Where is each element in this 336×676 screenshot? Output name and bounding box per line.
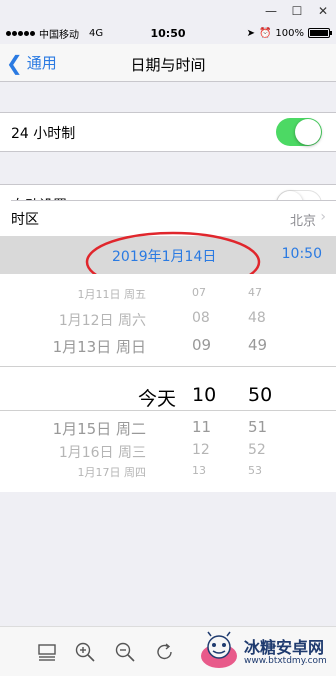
picker-date: 1月17日 周四 bbox=[77, 466, 147, 479]
location-icon: ➤ bbox=[246, 27, 255, 39]
hour24-cell: 24 小时制 bbox=[0, 112, 336, 152]
picker-hour: 07 bbox=[192, 286, 206, 299]
watermark-url: www.btxtdmy.com bbox=[244, 656, 327, 666]
picker-minute: 53 bbox=[248, 464, 262, 477]
navigation-bar: ❮ 通用 日期与时间 bbox=[0, 44, 336, 82]
picker-date: 1月16日 周三 bbox=[58, 445, 146, 461]
timezone-value: 北京 bbox=[289, 214, 316, 229]
date-time-picker[interactable]: 1月11日 周五 07 47 1月12日 周六 08 48 1月13日 周日 0… bbox=[0, 274, 336, 492]
battery-icon bbox=[308, 28, 332, 38]
window-controls: — ☐ ✕ bbox=[0, 0, 336, 22]
selected-time: 10:50 bbox=[281, 246, 322, 262]
picker-row[interactable]: 1月13日 周日 09 49 bbox=[0, 336, 336, 364]
status-bar: 中国移动 4G 10:50 ➤ ⏰ 100% bbox=[0, 24, 336, 42]
hour24-label: 24 小时制 bbox=[11, 126, 76, 142]
picker-minute: 51 bbox=[248, 418, 268, 436]
status-right: ➤ ⏰ 100% bbox=[246, 27, 332, 39]
battery-percent: 100% bbox=[275, 27, 304, 39]
picker-date: 1月13日 周日 bbox=[52, 338, 146, 356]
picker-minute: 52 bbox=[248, 442, 266, 458]
watermark-title: 冰糖安卓网 bbox=[244, 638, 325, 657]
picker-hour: 08 bbox=[192, 310, 210, 326]
picker-minute: 50 bbox=[248, 384, 273, 406]
picker-date: 1月12日 周六 bbox=[58, 313, 146, 329]
timezone-label: 时区 bbox=[11, 212, 39, 228]
picker-minute: 47 bbox=[248, 286, 262, 299]
watermark: 冰糖安卓网 www.btxtdmy.com bbox=[198, 628, 334, 674]
picker-date: 1月15日 周二 bbox=[52, 420, 146, 438]
hour24-toggle[interactable] bbox=[276, 118, 322, 146]
picker-hour: 09 bbox=[192, 336, 212, 354]
picker-minute: 49 bbox=[248, 336, 268, 354]
watermark-logo bbox=[201, 631, 237, 668]
zoom-in-icon[interactable] bbox=[74, 641, 96, 663]
alarm-icon: ⏰ bbox=[258, 27, 272, 39]
rotate-icon[interactable] bbox=[154, 641, 176, 663]
picker-selection-bottom bbox=[0, 410, 336, 411]
picker-row-selected[interactable]: 今天 10 50 bbox=[0, 384, 336, 412]
picker-row[interactable]: 1月12日 周六 08 48 bbox=[0, 310, 336, 338]
window-close-icon[interactable]: ✕ bbox=[310, 1, 336, 21]
picker-hour: 13 bbox=[192, 464, 206, 477]
picker-row[interactable]: 1月17日 周四 13 53 bbox=[0, 464, 336, 484]
picker-row[interactable]: 1月11日 周五 07 47 bbox=[0, 286, 336, 306]
window-minimize-icon[interactable]: — bbox=[258, 1, 284, 21]
picker-date: 今天 bbox=[137, 388, 176, 410]
page-title: 日期与时间 bbox=[130, 56, 206, 74]
picker-minute: 48 bbox=[248, 310, 266, 326]
picker-hour: 10 bbox=[192, 384, 217, 406]
window-maximize-icon[interactable]: ☐ bbox=[284, 1, 310, 21]
zoom-out-icon[interactable] bbox=[114, 641, 136, 663]
picker-hour: 11 bbox=[192, 418, 212, 436]
chevron-right-icon: › bbox=[320, 209, 326, 225]
layout-icon[interactable] bbox=[36, 641, 58, 663]
picker-selection-top bbox=[0, 366, 336, 367]
picker-hour: 12 bbox=[192, 442, 210, 458]
picker-date: 1月11日 周五 bbox=[77, 288, 147, 301]
